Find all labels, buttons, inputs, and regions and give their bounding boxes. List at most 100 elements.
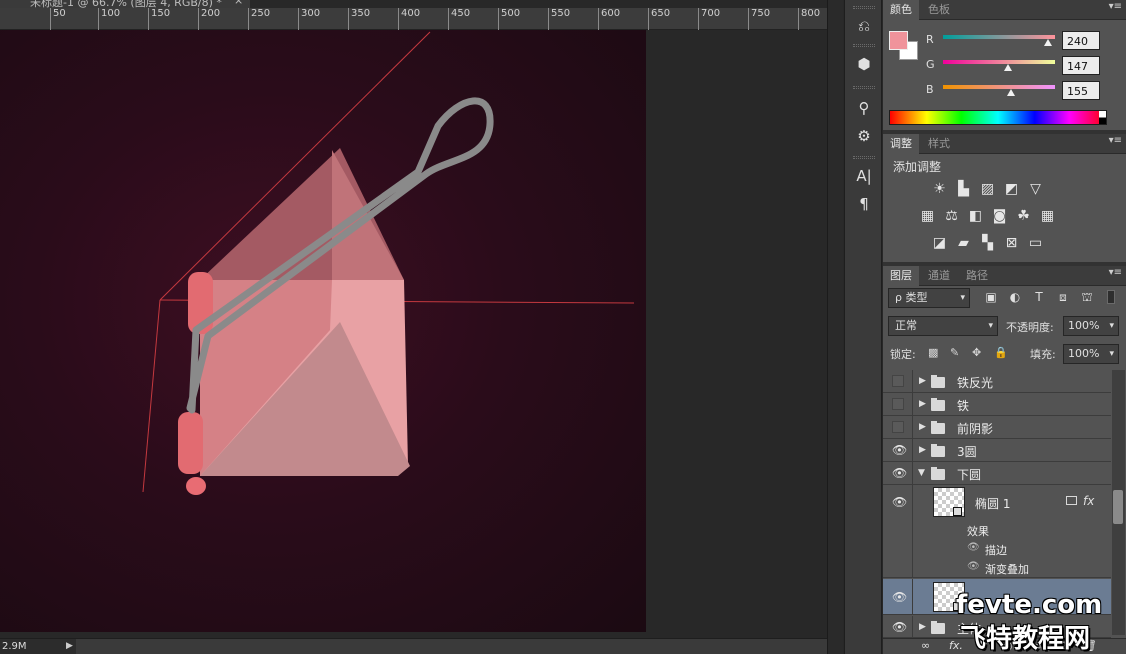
type-filter-icon[interactable]: T: [1031, 289, 1047, 305]
tab-layers[interactable]: 图层: [883, 266, 919, 286]
channel-r-slider[interactable]: [943, 35, 1055, 39]
color-balance-icon[interactable]: ⚖: [943, 208, 960, 225]
visibility-off-box[interactable]: [892, 421, 904, 433]
curves-icon[interactable]: ▨: [979, 181, 996, 198]
canvas-vertical-scrollbar[interactable]: [827, 0, 843, 654]
filter-toggle[interactable]: [1107, 290, 1115, 304]
visibility-cell[interactable]: 👁: [883, 579, 913, 614]
status-menu-arrow-icon[interactable]: ▶: [66, 639, 73, 654]
panel-menu-icon[interactable]: ▾≡: [1109, 1, 1122, 12]
color-lookup-icon[interactable]: ▦: [1039, 208, 1056, 225]
invert-icon[interactable]: ◪: [931, 235, 948, 252]
panel-grip[interactable]: [853, 86, 875, 89]
expand-arrow-icon[interactable]: ▶: [919, 622, 926, 632]
eye-icon[interactable]: 👁: [892, 443, 907, 457]
layer-row-front-shadow[interactable]: ▶ 前阴影: [883, 416, 1111, 439]
expand-arrow-icon[interactable]: ▶: [919, 399, 926, 409]
tab-adjustments[interactable]: 调整: [883, 134, 919, 154]
visibility-off-box[interactable]: [892, 398, 904, 410]
visibility-cell[interactable]: 👁: [883, 462, 913, 484]
tab-swatches[interactable]: 色板: [921, 0, 957, 20]
gradient-map-icon[interactable]: ▭: [1027, 235, 1044, 252]
channel-g-thumb[interactable]: [1004, 64, 1012, 71]
document-tab[interactable]: 未标题-1 @ 66.7% (图层 4, RGB/8) * ×: [0, 0, 250, 8]
smart-object-filter-icon[interactable]: ⛫: [1079, 289, 1095, 305]
3d-icon[interactable]: ⬢: [851, 52, 877, 76]
tab-styles[interactable]: 样式: [921, 134, 957, 154]
channel-g-input[interactable]: 147: [1062, 56, 1100, 75]
panel-grip[interactable]: [853, 6, 875, 9]
channel-mixer-icon[interactable]: ☘: [1015, 208, 1032, 225]
expand-arrow-icon[interactable]: ▶: [919, 376, 926, 386]
document-canvas[interactable]: [0, 30, 646, 632]
visibility-cell[interactable]: [883, 416, 913, 438]
visibility-cell[interactable]: [883, 393, 913, 415]
vibrance-icon[interactable]: ▽: [1027, 181, 1044, 198]
visibility-off-box[interactable]: [892, 375, 904, 387]
lock-all-icon[interactable]: 🔒: [994, 346, 1008, 359]
visibility-cell[interactable]: 👁: [883, 616, 913, 637]
panel-grip[interactable]: [853, 44, 875, 47]
channel-r-thumb[interactable]: [1044, 39, 1052, 46]
tab-paths[interactable]: 路径: [959, 266, 995, 286]
tab-color[interactable]: 颜色: [883, 0, 919, 20]
panel-grip[interactable]: [853, 156, 875, 159]
panel-menu-icon[interactable]: ▾≡: [1109, 267, 1122, 278]
layer-row-tie[interactable]: ▶ 铁: [883, 393, 1111, 416]
history-icon[interactable]: ⎌: [851, 14, 877, 38]
black-white-icon[interactable]: ◧: [967, 208, 984, 225]
brush-preset-icon[interactable]: ⚲: [851, 96, 877, 120]
color-spectrum-bar[interactable]: [889, 110, 1107, 125]
fill-input[interactable]: 100% ▾: [1063, 344, 1119, 364]
eye-icon[interactable]: 👁: [892, 495, 907, 509]
layer-row-ellipse-1[interactable]: 👁 椭圆 1 fx 效果 👁 描边 👁 渐变叠加: [883, 485, 1111, 578]
fx-icon[interactable]: fx: [1083, 494, 1094, 508]
link-layers-icon[interactable]: ∞: [921, 639, 930, 652]
status-doc-size[interactable]: 2.9M: [0, 639, 76, 654]
posterize-icon[interactable]: ▰: [955, 235, 972, 252]
layer-row-3-circle[interactable]: 👁 ▶ 3圆: [883, 439, 1111, 462]
layer-filter-select[interactable]: ρ 类型 ▾: [888, 288, 970, 308]
channel-b-slider[interactable]: [943, 85, 1055, 89]
visibility-cell[interactable]: 👁: [883, 439, 913, 461]
layer-row-tie-fanguang[interactable]: ▶ 铁反光: [883, 370, 1111, 393]
visibility-cell[interactable]: [883, 370, 913, 392]
pixel-filter-icon[interactable]: ▣: [983, 289, 999, 305]
threshold-icon[interactable]: ▚: [979, 235, 996, 252]
photo-filter-icon[interactable]: ◙: [991, 208, 1008, 225]
expand-arrow-icon[interactable]: ▶: [919, 422, 926, 432]
effect-eye-icon[interactable]: 👁: [967, 561, 980, 572]
document-tab-title[interactable]: 未标题-1 @ 66.7% (图层 4, RGB/8) *: [30, 0, 222, 8]
visibility-cell[interactable]: 👁: [883, 485, 913, 577]
blend-mode-select[interactable]: 正常 ▾: [888, 316, 998, 336]
adjustment-filter-icon[interactable]: ◐: [1007, 289, 1023, 305]
eye-icon[interactable]: 👁: [892, 590, 907, 604]
channel-b-input[interactable]: 155: [1062, 81, 1100, 100]
brightness-contrast-icon[interactable]: ☀: [931, 181, 948, 198]
effect-stroke[interactable]: 描边: [985, 542, 1007, 558]
channel-g-slider[interactable]: [943, 60, 1055, 64]
panel-menu-icon[interactable]: ▾≡: [1109, 135, 1122, 146]
effect-eye-icon[interactable]: 👁: [967, 542, 980, 553]
layer-row-lower-circle[interactable]: 👁 ▼ 下圆: [883, 462, 1111, 485]
exposure-icon[interactable]: ◩: [1003, 181, 1020, 198]
hue-saturation-icon[interactable]: ▦: [919, 208, 936, 225]
shape-filter-icon[interactable]: ⧈: [1055, 289, 1071, 305]
expand-arrow-icon[interactable]: ▶: [919, 445, 926, 455]
tool-preset-icon[interactable]: ⚙: [851, 124, 877, 148]
lock-pixels-icon[interactable]: ✎: [950, 346, 959, 359]
effect-gradient-overlay[interactable]: 渐变叠加: [985, 561, 1029, 577]
close-icon[interactable]: ×: [234, 0, 243, 7]
lock-position-icon[interactable]: ✥: [972, 346, 981, 359]
eye-icon[interactable]: 👁: [892, 620, 907, 634]
lock-transparent-icon[interactable]: ▩: [928, 346, 938, 359]
eye-icon[interactable]: 👁: [892, 466, 907, 480]
channel-r-input[interactable]: 240: [1062, 31, 1100, 50]
layers-scrollbar-thumb[interactable]: [1113, 490, 1123, 524]
spectrum-black-white[interactable]: [1099, 111, 1106, 124]
tab-channels[interactable]: 通道: [921, 266, 957, 286]
foreground-color-swatch[interactable]: [889, 31, 908, 50]
selective-color-icon[interactable]: ⊠: [1003, 235, 1020, 252]
character-icon[interactable]: A|: [851, 164, 877, 188]
paragraph-icon[interactable]: ¶: [851, 192, 877, 216]
